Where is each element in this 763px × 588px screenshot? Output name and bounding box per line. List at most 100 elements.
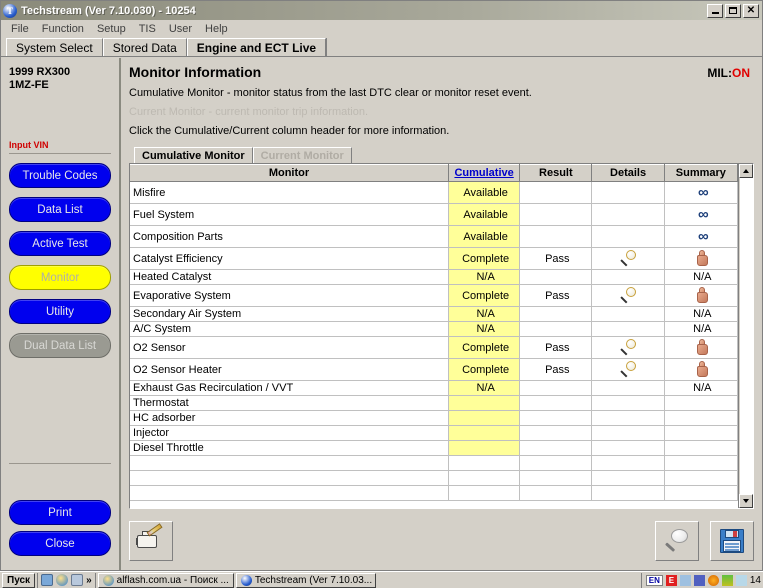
sidebar-item-monitor[interactable]: Monitor xyxy=(9,265,111,290)
table-row[interactable] xyxy=(130,485,738,501)
sidebar-item-utility[interactable]: Utility xyxy=(9,299,111,324)
vertical-scrollbar[interactable] xyxy=(738,164,753,508)
taskbar-clock: 14 xyxy=(749,574,761,586)
cell-cumulative: Complete xyxy=(448,284,521,307)
cell-details[interactable] xyxy=(591,247,665,270)
menu-bar: File Function Setup TIS User Help xyxy=(1,20,762,37)
cell-cumulative: Available xyxy=(448,225,521,248)
tab-current-monitor[interactable]: Current Monitor xyxy=(252,147,352,163)
magnifier-icon[interactable] xyxy=(619,361,640,378)
summary-text: N/A xyxy=(693,271,712,283)
save-button[interactable] xyxy=(710,521,754,561)
maximize-icon[interactable] xyxy=(725,3,741,18)
table-row[interactable] xyxy=(130,455,738,471)
column-header-result[interactable]: Result xyxy=(519,164,593,182)
print-button[interactable]: Print xyxy=(9,500,111,525)
close-icon[interactable]: ✕ xyxy=(743,3,759,18)
techstream-logo-icon xyxy=(240,574,252,586)
taskbar-item-techstream[interactable]: Techstream (Ver 7.10.03... xyxy=(235,572,376,588)
column-header-monitor[interactable]: Monitor xyxy=(130,164,449,182)
cell-monitor: O2 Sensor Heater xyxy=(130,358,449,381)
tab-engine-and-ect-live[interactable]: Engine and ECT Live xyxy=(186,38,327,56)
cell-result xyxy=(519,203,593,226)
tray-icon-red[interactable]: E xyxy=(665,574,677,586)
cell-summary xyxy=(664,440,738,456)
column-header-summary[interactable]: Summary xyxy=(664,164,738,182)
start-button[interactable]: Пуск xyxy=(2,572,36,588)
thumbs-up-icon xyxy=(694,361,711,378)
zoom-button[interactable] xyxy=(655,521,699,561)
quicklaunch-overflow-icon[interactable]: » xyxy=(86,575,92,586)
cell-details xyxy=(591,440,665,456)
infinity-icon: ∞ xyxy=(697,228,709,245)
internet-explorer-icon[interactable] xyxy=(56,574,69,586)
toolbar-right-group xyxy=(655,521,754,561)
magnifier-icon[interactable] xyxy=(619,287,640,304)
media-player-icon[interactable] xyxy=(71,574,84,586)
show-desktop-icon[interactable] xyxy=(41,574,54,586)
language-indicator[interactable]: EN xyxy=(645,574,663,586)
table-row[interactable]: Diesel Throttle xyxy=(130,440,738,456)
tray-icon-battery[interactable] xyxy=(693,574,705,586)
taskbar-item-browser[interactable]: alflash.com.ua - Поиск ... xyxy=(97,572,234,588)
tab-stored-data[interactable]: Stored Data xyxy=(102,38,187,56)
clear-monitor-button[interactable] xyxy=(129,521,173,561)
cell-result: Pass xyxy=(519,358,593,381)
cell-details[interactable] xyxy=(591,284,665,307)
table-row[interactable]: Heated Catalyst N/A N/A xyxy=(130,269,738,285)
cell-result xyxy=(519,410,593,426)
table-row[interactable]: HC adsorber xyxy=(130,410,738,426)
cell-summary xyxy=(664,425,738,441)
cell-cumulative: Available xyxy=(448,203,521,226)
cell-details[interactable] xyxy=(591,336,665,359)
cell-summary: N/A xyxy=(664,306,738,322)
menu-item-function[interactable]: Function xyxy=(36,22,90,36)
table-row[interactable]: Fuel System Available ∞ xyxy=(130,203,738,226)
tray-icon-update[interactable] xyxy=(707,574,719,586)
scrollbar-track[interactable] xyxy=(739,178,753,494)
table-row[interactable]: Thermostat xyxy=(130,395,738,411)
table-row[interactable]: Catalyst Efficiency Complete Pass xyxy=(130,247,738,270)
column-header-details[interactable]: Details xyxy=(591,164,665,182)
table-row[interactable] xyxy=(130,470,738,486)
cell-cumulative xyxy=(448,425,521,441)
menu-item-user[interactable]: User xyxy=(163,22,198,36)
tab-cumulative-monitor[interactable]: Cumulative Monitor xyxy=(134,147,253,163)
column-header-cumulative[interactable]: Cumulative xyxy=(448,164,521,182)
table-row[interactable]: Evaporative System Complete Pass xyxy=(130,284,738,307)
table-row[interactable]: Misfire Available ∞ xyxy=(130,181,738,204)
input-vin-link[interactable]: Input VIN xyxy=(9,140,111,150)
tray-icon-network[interactable] xyxy=(735,574,747,586)
menu-item-help[interactable]: Help xyxy=(199,22,234,36)
scroll-down-icon[interactable] xyxy=(739,494,753,508)
table-row[interactable]: Exhaust Gas Recirculation / VVT N/A N/A xyxy=(130,380,738,396)
thumbs-up-icon xyxy=(694,287,711,304)
table-row[interactable]: Composition Parts Available ∞ xyxy=(130,225,738,248)
cell-result xyxy=(519,485,593,501)
cell-details[interactable] xyxy=(591,358,665,381)
tab-system-select[interactable]: System Select xyxy=(6,38,103,56)
cell-monitor: Thermostat xyxy=(130,395,449,411)
minimize-icon[interactable] xyxy=(707,3,723,18)
main-panel: Monitor Information MIL:ON Cumulative Mo… xyxy=(121,58,762,570)
menu-item-file[interactable]: File xyxy=(5,22,35,36)
table-row[interactable]: A/C System N/A N/A xyxy=(130,321,738,337)
close-button[interactable]: Close xyxy=(9,531,111,556)
tray-icon-antivirus[interactable] xyxy=(721,574,733,586)
table-row[interactable]: O2 Sensor Complete Pass xyxy=(130,336,738,359)
sidebar-item-data-list[interactable]: Data List xyxy=(9,197,111,222)
sidebar-item-active-test[interactable]: Active Test xyxy=(9,231,111,256)
menu-item-setup[interactable]: Setup xyxy=(91,22,132,36)
table-row[interactable]: O2 Sensor Heater Complete Pass xyxy=(130,358,738,381)
menu-item-tis[interactable]: TIS xyxy=(133,22,162,36)
cell-summary xyxy=(664,455,738,471)
tray-icon-volume[interactable] xyxy=(679,574,691,586)
cell-summary xyxy=(664,336,738,359)
scroll-up-icon[interactable] xyxy=(739,164,753,178)
magnifier-icon[interactable] xyxy=(619,250,640,267)
table-row[interactable]: Injector xyxy=(130,425,738,441)
magnifier-icon[interactable] xyxy=(619,339,640,356)
cell-monitor: Secondary Air System xyxy=(130,306,449,322)
sidebar-item-trouble-codes[interactable]: Trouble Codes xyxy=(9,163,111,188)
table-row[interactable]: Secondary Air System N/A N/A xyxy=(130,306,738,322)
